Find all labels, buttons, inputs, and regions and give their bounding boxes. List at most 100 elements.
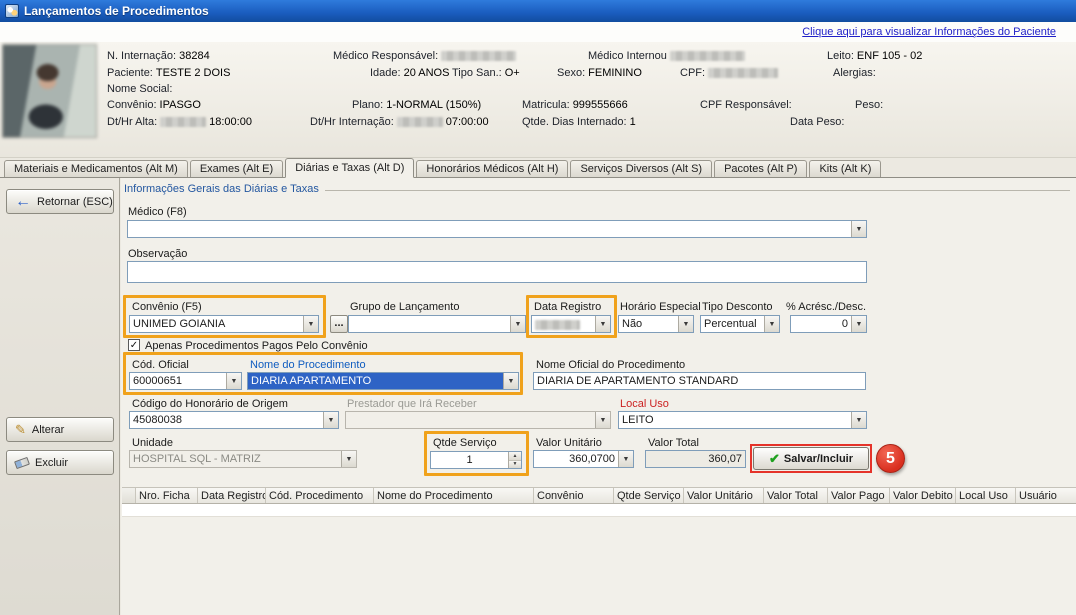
dropdown-icon[interactable]: ▼: [323, 412, 338, 428]
excluir-button[interactable]: Excluir: [6, 450, 114, 475]
tab-bar: Materiais e Medicamentos (Alt M) Exames …: [0, 158, 1076, 178]
dropdown-icon[interactable]: ▼: [226, 373, 241, 389]
apenas-pagos-label: Apenas Procedimentos Pagos Pelo Convênio: [145, 340, 368, 352]
patient-info-link[interactable]: Clique aqui para visualizar Informações …: [802, 26, 1056, 38]
tab-materiais-medicamentos[interactable]: Materiais e Medicamentos (Alt M): [4, 160, 188, 177]
convenio-value: IPASGO: [160, 99, 201, 111]
dropdown-icon[interactable]: ▼: [678, 316, 693, 332]
col-cod-procedimento[interactable]: Cód. Procedimento: [266, 488, 374, 503]
cod-oficial-label: Cód. Oficial: [132, 359, 189, 371]
col-data-registro[interactable]: Data Registro: [198, 488, 266, 503]
col-valor-unitario[interactable]: Valor Unitário: [684, 488, 764, 503]
salvar-incluir-button[interactable]: ✔ Salvar/Incluir: [753, 447, 869, 470]
convenio-combo[interactable]: UNIMED GOIANIA ▼: [129, 315, 319, 333]
dropdown-icon[interactable]: ▼: [851, 412, 866, 428]
alergias-label: Alergias:: [833, 67, 876, 79]
dropdown-icon[interactable]: ▼: [851, 221, 866, 237]
medico-internou-label: Médico Internou: [588, 50, 667, 62]
spin-down-icon[interactable]: ▼: [509, 461, 521, 469]
dropdown-icon[interactable]: ▼: [595, 316, 610, 332]
nome-social-label: Nome Social:: [107, 83, 172, 95]
titlebar: Lançamentos de Procedimentos: [0, 0, 1076, 22]
cod-oficial-combo[interactable]: 60000651 ▼: [129, 372, 242, 390]
observacao-input[interactable]: [127, 261, 867, 283]
field-matricula: Matricula: 999555666: [522, 99, 628, 111]
nome-oficial-label: Nome Oficial do Procedimento: [536, 359, 685, 371]
retornar-button[interactable]: ← Retornar (ESC): [6, 189, 114, 214]
grupo-lancamento-label: Grupo de Lançamento: [350, 301, 459, 313]
salvar-incluir-label: Salvar/Incluir: [784, 453, 853, 465]
redacted-value: [708, 68, 778, 78]
patient-header: N. Internação: 38284 Médico Responsável:…: [0, 42, 1076, 158]
cod-honorario-label: Código do Honorário de Origem: [132, 398, 288, 410]
field-dthr-alta: Dt/Hr Alta: 18:00:00: [107, 116, 252, 128]
tipo-san-value: O+: [505, 67, 520, 79]
field-peso: Peso:: [855, 99, 883, 111]
redacted-value: [670, 51, 745, 61]
leito-label: Leito:: [827, 50, 854, 62]
field-n-internacao: N. Internação: 38284: [107, 50, 210, 62]
idade-label: Idade:: [370, 67, 401, 79]
field-tipo-san: Tipo San.: O+: [452, 67, 520, 79]
col-local-uso[interactable]: Local Uso: [956, 488, 1016, 503]
field-convenio: Convênio: IPASGO: [107, 99, 201, 111]
redacted-value: [397, 117, 443, 127]
stepper-buttons[interactable]: ▲ ▼: [508, 452, 521, 468]
col-valor-pago[interactable]: Valor Pago: [828, 488, 890, 503]
spin-up-icon[interactable]: ▲: [509, 452, 521, 461]
tab-pacotes[interactable]: Pacotes (Alt P): [714, 160, 807, 177]
dropdown-icon[interactable]: ▼: [303, 316, 318, 332]
dropdown-icon[interactable]: ▼: [618, 451, 633, 467]
local-uso-label: Local Uso: [620, 398, 669, 410]
tab-kits[interactable]: Kits (Alt K): [809, 160, 881, 177]
alterar-button[interactable]: ✎ Alterar: [6, 417, 114, 442]
grupo-lancamento-combo[interactable]: ▼: [348, 315, 526, 333]
nome-procedimento-combo[interactable]: DIARIA APARTAMENTO ▼: [247, 372, 519, 390]
col-convenio[interactable]: Convênio: [534, 488, 614, 503]
check-icon: ✔: [769, 451, 780, 467]
plano-value: 1-NORMAL (150%): [386, 99, 481, 111]
valor-unitario-label: Valor Unitário: [536, 437, 602, 449]
field-medico-responsavel: Médico Responsável:: [333, 50, 516, 62]
retornar-label: Retornar (ESC): [37, 196, 113, 208]
back-arrow-icon: ←: [15, 197, 31, 207]
patient-photo: [2, 44, 97, 138]
col-qtde-servico[interactable]: Qtde Serviço: [614, 488, 684, 503]
cod-honorario-combo[interactable]: 45080038 ▼: [129, 411, 339, 429]
tab-honorarios-medicos[interactable]: Honorários Médicos (Alt H): [416, 160, 568, 177]
qtde-dias-value: 1: [630, 116, 636, 128]
col-valor-total[interactable]: Valor Total: [764, 488, 828, 503]
section-divider: [325, 190, 1070, 191]
dropdown-icon[interactable]: ▼: [764, 316, 779, 332]
section-title: Informações Gerais das Diárias e Taxas: [124, 183, 319, 195]
grid-empty-row: [122, 504, 1076, 517]
convenio-combo-value: UNIMED GOIANIA: [130, 316, 303, 332]
tab-diarias-taxas[interactable]: Diárias e Taxas (Alt D): [285, 158, 414, 178]
tab-exames[interactable]: Exames (Alt E): [190, 160, 283, 177]
col-usuario[interactable]: Usuário: [1016, 488, 1076, 503]
medico-combo[interactable]: ▼: [127, 220, 867, 238]
valor-unitario-combo[interactable]: 360,0700 ▼: [533, 450, 634, 468]
dropdown-icon[interactable]: ▼: [510, 316, 525, 332]
data-registro-combo[interactable]: ▼: [531, 315, 611, 333]
tab-servicos-diversos[interactable]: Serviços Diversos (Alt S): [570, 160, 712, 177]
col-nro-ficha[interactable]: Nro. Ficha: [136, 488, 198, 503]
dropdown-icon[interactable]: ▼: [503, 373, 518, 389]
apenas-pagos-checkbox[interactable]: ✓: [128, 339, 140, 351]
col-valor-debito[interactable]: Valor Debito: [890, 488, 956, 503]
dropdown-icon[interactable]: ▼: [851, 316, 866, 332]
horario-especial-combo[interactable]: Não ▼: [618, 315, 694, 333]
col-indicator: [122, 488, 136, 503]
peso-label: Peso:: [855, 99, 883, 111]
matricula-label: Matricula:: [522, 99, 570, 111]
convenio-browse-button[interactable]: ...: [330, 315, 348, 333]
col-nome-procedimento[interactable]: Nome do Procedimento: [374, 488, 534, 503]
local-uso-combo[interactable]: LEITO ▼: [618, 411, 867, 429]
valor-total-field: 360,07: [645, 450, 746, 468]
nome-oficial-input[interactable]: DIARIA DE APARTAMENTO STANDARD: [533, 372, 866, 390]
tipo-san-label: Tipo San.:: [452, 67, 502, 79]
medico-f8-label: Médico (F8): [128, 206, 187, 218]
qtde-servico-stepper[interactable]: 1 ▲ ▼: [430, 451, 522, 469]
tipo-desconto-combo[interactable]: Percentual ▼: [700, 315, 780, 333]
acresc-desc-combo[interactable]: 0 ▼: [790, 315, 867, 333]
